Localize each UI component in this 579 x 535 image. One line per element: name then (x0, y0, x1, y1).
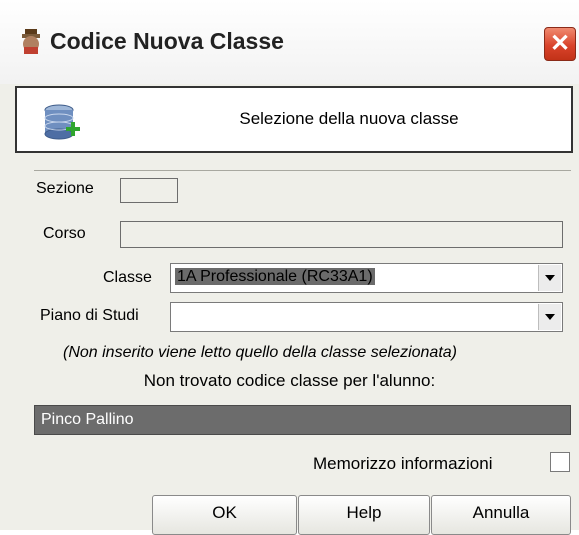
corso-label: Corso (43, 225, 86, 242)
ok-button[interactable]: OK (152, 495, 297, 535)
memorize-label: Memorizzo informazioni (313, 454, 493, 473)
classe-select[interactable]: 1A Professionale (RC33A1) (170, 263, 563, 293)
not-found-text: Non trovato codice classe per l'alunno: (143, 371, 436, 390)
piano-select[interactable] (170, 302, 563, 332)
chevron-down-icon[interactable] (538, 304, 561, 330)
note-text: (Non inserito viene letto quello della c… (63, 344, 457, 361)
classe-label: Classe (103, 269, 152, 286)
header-panel: Selezione della nuova classe (15, 86, 573, 153)
cancel-button[interactable]: Annulla (431, 495, 571, 535)
title-bar: Codice Nuova Classe ✕ (0, 0, 579, 84)
window-title: Codice Nuova Classe (50, 28, 284, 54)
classe-value: 1A Professionale (RC33A1) (175, 268, 375, 285)
student-name: Pinco Pallino (34, 405, 571, 435)
app-icon (22, 29, 40, 54)
help-button[interactable]: Help (298, 495, 430, 535)
piano-label: Piano di Studi (40, 307, 139, 324)
corso-field[interactable] (120, 221, 563, 248)
close-button[interactable]: ✕ (544, 27, 576, 61)
memorize-checkbox[interactable] (550, 452, 570, 472)
sezione-field[interactable] (120, 178, 178, 203)
chevron-down-icon[interactable] (538, 265, 561, 291)
header-text: Selezione della nuova classe (239, 109, 459, 128)
sezione-label: Sezione (36, 180, 94, 197)
